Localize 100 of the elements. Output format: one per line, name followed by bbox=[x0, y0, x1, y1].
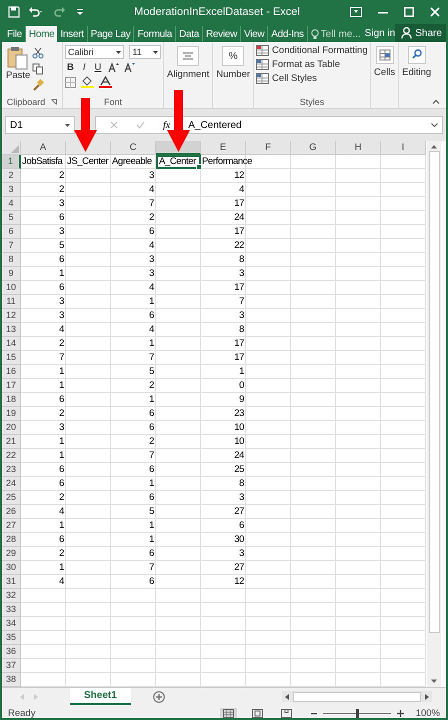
row-header[interactable]: 4 bbox=[2, 197, 21, 211]
row-header[interactable]: 36 bbox=[2, 645, 21, 659]
sign-in-link[interactable]: Sign in bbox=[364, 26, 396, 42]
column-header[interactable]: A bbox=[21, 141, 66, 155]
insert-function-button[interactable]: fx bbox=[163, 120, 170, 130]
row-header[interactable]: 9 bbox=[2, 267, 21, 281]
row-header[interactable]: 1 bbox=[2, 155, 21, 169]
ribbon-display-icon[interactable] bbox=[350, 7, 362, 17]
selected-cell[interactable]: A_Center bbox=[156, 155, 201, 169]
font-name-dropdown[interactable]: Calibri bbox=[65, 45, 124, 59]
row-header[interactable]: 3 bbox=[2, 183, 21, 197]
alignment-button[interactable]: Alignment bbox=[166, 44, 210, 82]
row-header[interactable]: 22 bbox=[2, 449, 21, 463]
scroll-down-icon[interactable] bbox=[430, 679, 438, 684]
tell-me-field[interactable]: Tell me... bbox=[310, 26, 363, 42]
row-header[interactable]: 25 bbox=[2, 491, 21, 505]
fill-color-icon[interactable] bbox=[81, 76, 94, 88]
row-header[interactable]: 7 bbox=[2, 239, 21, 253]
row-header[interactable]: 24 bbox=[2, 477, 21, 491]
row-header[interactable]: 14 bbox=[2, 337, 21, 351]
scissors-icon[interactable] bbox=[32, 47, 44, 59]
add-sheet-icon[interactable] bbox=[152, 690, 165, 702]
collapse-ribbon-icon[interactable] bbox=[432, 99, 440, 104]
row-header[interactable]: 16 bbox=[2, 365, 21, 379]
column-header[interactable]: G bbox=[291, 141, 336, 155]
normal-view-button[interactable] bbox=[220, 708, 237, 718]
paste-button[interactable]: Paste bbox=[4, 44, 32, 96]
font-size-dropdown[interactable]: 11 bbox=[129, 45, 161, 59]
row-header[interactable]: 33 bbox=[2, 603, 21, 617]
row-header[interactable]: 31 bbox=[2, 575, 21, 589]
row-header[interactable]: 27 bbox=[2, 519, 21, 533]
row-header[interactable]: 2 bbox=[2, 169, 21, 183]
close-icon[interactable] bbox=[430, 7, 440, 17]
font-color-icon[interactable] bbox=[99, 76, 112, 88]
row-header[interactable]: 26 bbox=[2, 505, 21, 519]
zoom-level[interactable]: 100% bbox=[416, 708, 440, 718]
column-header[interactable]: E bbox=[201, 141, 246, 155]
italic-button[interactable]: I bbox=[80, 62, 88, 73]
copy-icon[interactable] bbox=[32, 63, 44, 75]
dialog-launcher-icon[interactable] bbox=[51, 99, 58, 105]
row-header[interactable]: 6 bbox=[2, 225, 21, 239]
table-cell: 22 bbox=[234, 240, 244, 251]
undo-icon[interactable] bbox=[28, 6, 44, 18]
vertical-scrollbar[interactable] bbox=[427, 141, 441, 687]
editing-button[interactable]: Editing bbox=[401, 44, 432, 80]
column-header[interactable]: C bbox=[111, 141, 156, 155]
save-icon[interactable] bbox=[8, 6, 20, 18]
row-header[interactable]: 23 bbox=[2, 463, 21, 477]
row-header[interactable]: 21 bbox=[2, 435, 21, 449]
column-header[interactable] bbox=[156, 141, 201, 155]
row-header[interactable]: 15 bbox=[2, 351, 21, 365]
borders-icon[interactable] bbox=[65, 76, 76, 88]
row-header[interactable]: 19 bbox=[2, 407, 21, 421]
styles-menu-button[interactable]: Format as Table bbox=[256, 59, 368, 70]
scroll-left-icon[interactable] bbox=[285, 694, 290, 700]
maximize-icon[interactable] bbox=[404, 7, 414, 17]
shrink-font-icon[interactable] bbox=[124, 62, 136, 73]
ribbon-tab[interactable]: Home bbox=[26, 26, 58, 42]
row-header[interactable]: 32 bbox=[2, 589, 21, 603]
row-header[interactable]: 37 bbox=[2, 659, 21, 673]
row-header[interactable]: 12 bbox=[2, 309, 21, 323]
row-header[interactable]: 28 bbox=[2, 533, 21, 547]
name-box[interactable]: D1 bbox=[5, 116, 75, 134]
zoom-in-icon[interactable] bbox=[396, 710, 404, 717]
scroll-right-icon[interactable] bbox=[424, 694, 429, 700]
customize-caret-icon[interactable] bbox=[76, 8, 84, 16]
row-header[interactable]: 13 bbox=[2, 323, 21, 337]
row-header[interactable]: 11 bbox=[2, 295, 21, 309]
table-cell: 3 bbox=[239, 310, 244, 321]
expand-caret-icon[interactable] bbox=[431, 123, 438, 127]
row-header[interactable]: 20 bbox=[2, 421, 21, 435]
formula-input[interactable]: A_Centered bbox=[188, 120, 413, 130]
row-header[interactable]: 5 bbox=[2, 211, 21, 225]
grow-font-icon[interactable] bbox=[108, 62, 120, 73]
row-header[interactable]: 17 bbox=[2, 379, 21, 393]
redo-icon[interactable] bbox=[52, 6, 68, 18]
number-button[interactable]: % Number bbox=[215, 44, 252, 82]
underline-button[interactable]: U bbox=[92, 62, 104, 73]
row-header[interactable]: 35 bbox=[2, 631, 21, 645]
row-header[interactable]: 34 bbox=[2, 617, 21, 631]
column-header[interactable]: I bbox=[381, 141, 426, 155]
share-button[interactable]: Share bbox=[395, 24, 446, 42]
sheet-tab[interactable]: Sheet1 bbox=[70, 688, 131, 705]
fill-handle[interactable] bbox=[196, 164, 202, 170]
row-header[interactable]: 10 bbox=[2, 281, 21, 295]
bold-button[interactable]: B bbox=[65, 62, 76, 73]
row-header[interactable]: 18 bbox=[2, 393, 21, 407]
styles-menu-button[interactable]: Conditional Formatting bbox=[256, 45, 368, 56]
column-header[interactable]: F bbox=[246, 141, 291, 155]
column-header[interactable] bbox=[66, 141, 111, 155]
row-header[interactable]: 29 bbox=[2, 547, 21, 561]
format-painter-icon[interactable] bbox=[32, 79, 44, 91]
horizontal-scrollbar[interactable] bbox=[282, 691, 432, 702]
row-header[interactable]: 30 bbox=[2, 561, 21, 575]
row-header[interactable]: 38 bbox=[2, 673, 21, 687]
styles-menu-button[interactable]: Cell Styles bbox=[256, 73, 368, 84]
cells-button[interactable]: Cells bbox=[373, 44, 396, 80]
row-header[interactable]: 8 bbox=[2, 253, 21, 267]
scroll-up-icon[interactable] bbox=[430, 144, 438, 149]
column-header[interactable]: H bbox=[336, 141, 381, 155]
